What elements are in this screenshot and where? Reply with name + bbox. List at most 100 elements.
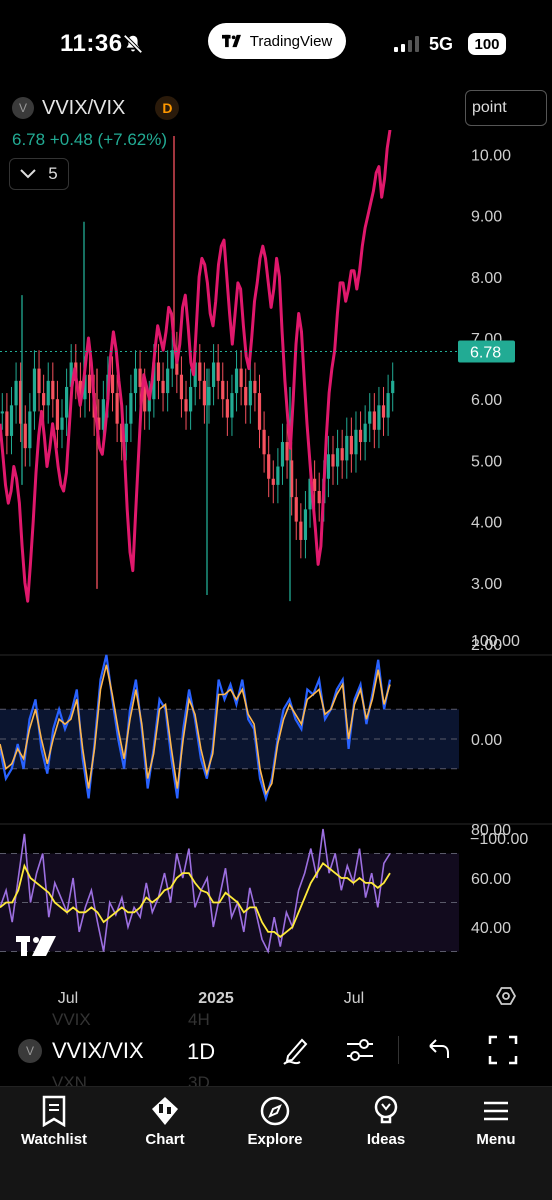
candle-body xyxy=(335,448,340,467)
price-axis-tick: 3.00 xyxy=(471,576,502,593)
candle-body xyxy=(257,393,262,430)
gear-center xyxy=(502,992,510,1000)
scale-mode-button[interactable]: point xyxy=(465,90,547,126)
last-price-label: 6.78 xyxy=(470,344,501,361)
candles-icon xyxy=(152,1097,178,1125)
candle-body xyxy=(368,411,372,424)
fullscreen-icon[interactable] xyxy=(487,1034,519,1066)
candle-body xyxy=(299,521,303,540)
tab-label: Ideas xyxy=(366,1131,406,1148)
candle-body xyxy=(267,454,271,479)
price-axis-tick: 9.00 xyxy=(471,209,502,226)
momentum-axis-tick: 80.00 xyxy=(471,822,511,839)
toolbar-divider xyxy=(398,1036,399,1064)
price-axis-tick: 6.00 xyxy=(471,392,502,409)
candle-body xyxy=(354,429,358,455)
candle-body xyxy=(230,393,234,418)
candle-body xyxy=(313,478,317,491)
candle-body xyxy=(42,393,46,406)
candle-body xyxy=(280,442,285,467)
candle-body xyxy=(9,405,14,436)
candle-body xyxy=(133,368,138,394)
candle-body xyxy=(377,405,381,430)
candle-body xyxy=(349,435,353,455)
delayed-badge[interactable]: D xyxy=(155,96,180,120)
tab-label: Chart xyxy=(145,1131,185,1148)
candle-body xyxy=(170,350,174,369)
symbol-logo: V xyxy=(12,97,34,119)
candle-body xyxy=(331,454,335,467)
price-axis-tick: 10.00 xyxy=(471,147,511,164)
candle-body xyxy=(345,435,349,461)
candle-body xyxy=(285,442,289,461)
candle-body xyxy=(161,380,165,394)
symbol-name: VVIX/VIX xyxy=(42,96,126,119)
candle-body xyxy=(221,380,225,400)
candle-body xyxy=(340,448,344,461)
candle-body xyxy=(216,362,220,381)
momentum-axis-tick: 60.00 xyxy=(471,871,511,888)
status-bar: 11:36 TradingView 5G 100 xyxy=(0,0,552,90)
candle-body xyxy=(60,417,64,430)
candle-body xyxy=(189,386,193,412)
candle-body xyxy=(14,380,18,406)
candle-body xyxy=(381,405,386,418)
candle-body xyxy=(358,429,363,443)
battery-indicator: 100 xyxy=(468,33,506,55)
candle-body xyxy=(303,509,308,540)
candle-body xyxy=(202,380,206,406)
tab-explore[interactable]: Explore xyxy=(230,1095,320,1148)
toolbar-symbol-logo: V xyxy=(18,1039,42,1063)
candle-body xyxy=(326,454,331,479)
tab-ideas[interactable]: Ideas xyxy=(341,1095,431,1148)
oscillator-axis-tick: 100.00 xyxy=(471,633,520,650)
lightbulb-icon xyxy=(374,1095,398,1124)
candle-body xyxy=(115,393,119,424)
chevron-down-icon xyxy=(20,169,36,179)
interval-selector[interactable]: 1D xyxy=(187,1039,215,1065)
tab-bar: Watchlist Chart Explore Ideas Menu xyxy=(0,1086,552,1200)
candle-body xyxy=(211,362,216,387)
candle-body xyxy=(225,399,229,418)
candle-body xyxy=(239,368,243,387)
candle-body xyxy=(87,374,92,394)
candle-body xyxy=(55,399,60,430)
symbol-header[interactable]: V VVIX/VIX D xyxy=(12,96,180,120)
candle-body xyxy=(198,362,202,381)
candle-body xyxy=(363,423,367,443)
candle-body xyxy=(244,386,248,406)
tab-label: Watchlist xyxy=(20,1131,88,1148)
indicator-settings-icon[interactable] xyxy=(344,1034,376,1066)
time-axis-tick: Jul xyxy=(58,990,78,1007)
tradingview-pill[interactable]: TradingView xyxy=(208,23,346,59)
watermark-part xyxy=(21,936,27,956)
tab-menu[interactable]: Menu xyxy=(451,1095,541,1148)
watchlist-icon xyxy=(42,1095,66,1127)
price-axis-tick: 8.00 xyxy=(471,270,502,287)
candle-body xyxy=(234,368,239,394)
pill-label: TradingView xyxy=(249,32,333,50)
time-axis-tick: Jul xyxy=(344,990,364,1007)
candle-body xyxy=(207,386,211,406)
candle-body xyxy=(156,362,161,381)
tab-chart[interactable]: Chart xyxy=(120,1095,210,1148)
menu-icon xyxy=(484,1101,508,1121)
ghost-prev-interval: 4H xyxy=(188,1010,210,1029)
indicators-count: 5 xyxy=(48,164,58,183)
candle-body xyxy=(32,368,37,412)
cellular-signal-icon xyxy=(394,36,419,52)
candle-body xyxy=(147,399,151,412)
drawing-pen-icon[interactable] xyxy=(280,1034,312,1066)
indicators-collapse-button[interactable]: 5 xyxy=(9,158,69,190)
undo-icon[interactable] xyxy=(422,1034,454,1066)
symbol-selector[interactable]: V VVIX/VIX xyxy=(18,1038,144,1064)
ratio-overlay-line xyxy=(0,130,392,603)
clock: 11:36 xyxy=(60,30,123,57)
candle-body xyxy=(129,393,133,424)
price-chart[interactable]: 10.009.008.007.006.005.004.003.002.006.7… xyxy=(0,130,552,1010)
oscillator-axis-tick: 0.00 xyxy=(471,732,502,749)
candle-body xyxy=(124,423,128,443)
candle-body xyxy=(276,466,280,485)
ghost-prev-symbol: VVIX xyxy=(52,1010,91,1029)
tab-watchlist[interactable]: Watchlist xyxy=(9,1095,99,1148)
